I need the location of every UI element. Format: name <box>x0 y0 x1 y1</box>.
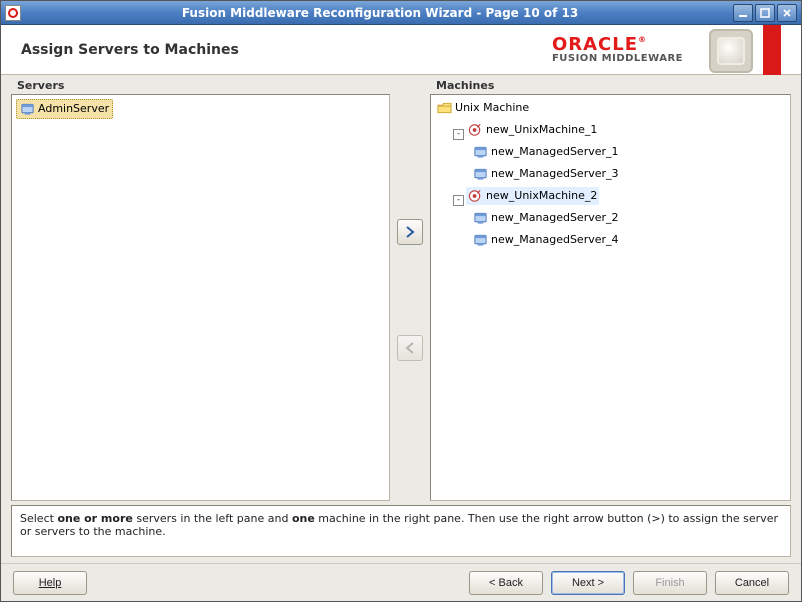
window-minimize-button[interactable] <box>733 4 753 22</box>
hint-bold-2: one <box>292 512 315 525</box>
page-title: Assign Servers to Machines <box>21 42 239 58</box>
managed-server-item[interactable]: new_ManagedServer_4 <box>471 231 786 253</box>
hint-text-2: servers in the left pane and <box>133 512 292 525</box>
servers-panel: Servers AdminServer <box>11 79 390 501</box>
managed-server-item[interactable]: new_ManagedServer_3 <box>471 165 786 187</box>
machine-name: new_UnixMachine_1 <box>486 121 597 139</box>
machine-item[interactable]: - new_UnixMachine_2 new_ManagedServer_2new… <box>453 187 786 253</box>
hint-box: Select one or more servers in the left p… <box>11 505 791 557</box>
server-icon <box>473 211 488 225</box>
managed-server-item[interactable]: new_ManagedServer_2 <box>471 209 786 231</box>
machines-root-label: Unix Machine <box>455 99 529 117</box>
servers-panel-label: Servers <box>11 79 390 94</box>
machine-icon <box>468 189 483 203</box>
machines-root[interactable]: Unix Machine - new_UnixMachine_1 new_Manage… <box>435 99 786 253</box>
folder-icon <box>437 101 452 115</box>
managed-server-name: new_ManagedServer_3 <box>491 165 618 183</box>
window-maximize-button[interactable] <box>755 4 775 22</box>
help-button[interactable]: Help <box>13 571 87 595</box>
wizard-header: Assign Servers to Machines ORACLE® FUSIO… <box>1 25 801 75</box>
machines-panel: Machines Unix Machine - new_UnixMachine_1n… <box>430 79 791 501</box>
back-button[interactable]: < Back <box>469 571 543 595</box>
window-titlebar: Fusion Middleware Reconfiguration Wizard… <box>1 1 801 25</box>
hint-text-1: Select <box>20 512 57 525</box>
brand-trademark: ® <box>638 35 647 44</box>
assign-buttons <box>390 79 430 501</box>
managed-server-item[interactable]: new_ManagedServer_1 <box>471 143 786 165</box>
server-icon <box>473 233 488 247</box>
hint-bold-1: one or more <box>57 512 132 525</box>
tree-expander[interactable]: - <box>453 129 464 140</box>
server-icon <box>473 145 488 159</box>
brand-logo <box>691 25 781 75</box>
assign-right-button[interactable] <box>397 219 423 245</box>
servers-tree[interactable]: AdminServer <box>11 94 390 501</box>
window-close-button[interactable] <box>777 4 797 22</box>
machine-name: new_UnixMachine_2 <box>486 187 597 205</box>
cancel-button[interactable]: Cancel <box>715 571 789 595</box>
machine-icon <box>468 123 483 137</box>
server-item[interactable]: AdminServer <box>16 99 385 122</box>
machines-panel-label: Machines <box>430 79 791 94</box>
machine-item[interactable]: - new_UnixMachine_1 new_ManagedServer_1new… <box>453 121 786 187</box>
assign-panels: Servers AdminServer Machines Unix Machin… <box>11 79 791 501</box>
server-icon <box>20 102 35 116</box>
server-icon <box>473 167 488 181</box>
finish-button: Finish <box>633 571 707 595</box>
wizard-content: Servers AdminServer Machines Unix Machin… <box>1 75 801 563</box>
window-title: Fusion Middleware Reconfiguration Wizard… <box>27 6 733 20</box>
oracle-brand: ORACLE® FUSION MIDDLEWARE <box>552 36 691 64</box>
tree-expander[interactable]: - <box>453 195 464 206</box>
managed-server-name: new_ManagedServer_2 <box>491 209 618 227</box>
assign-left-button[interactable] <box>397 335 423 361</box>
machines-tree[interactable]: Unix Machine - new_UnixMachine_1 new_Manage… <box>430 94 791 501</box>
managed-server-name: new_ManagedServer_4 <box>491 231 618 249</box>
brand-subline: FUSION MIDDLEWARE <box>552 54 683 64</box>
app-icon <box>5 5 21 21</box>
managed-server-name: new_ManagedServer_1 <box>491 143 618 161</box>
wizard-footer: Help < Back Next > Finish Cancel <box>1 563 801 601</box>
brand-oracle-text: ORACLE <box>552 34 638 55</box>
server-name: AdminServer <box>38 100 109 118</box>
next-button[interactable]: Next > <box>551 571 625 595</box>
